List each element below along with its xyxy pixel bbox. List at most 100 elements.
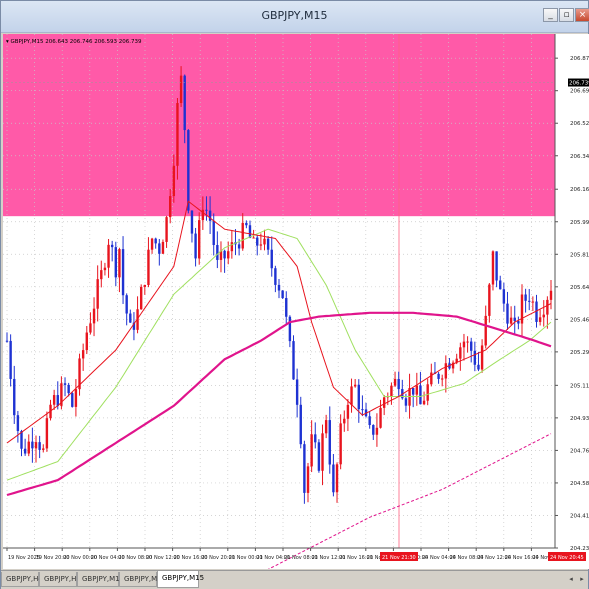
tab-gbpjpy-m15-active[interactable]: GBPJPY,M15 <box>157 571 204 588</box>
candle-body <box>63 383 67 385</box>
price-axis-panel <box>555 34 589 569</box>
price-tick-label: 206.165 <box>570 187 589 193</box>
candle-body <box>125 295 128 314</box>
candle-body <box>466 341 469 343</box>
tab-gbpjpy-m15-1[interactable]: GBPJPY,M15 <box>77 572 124 587</box>
price-chart[interactable]: 206.870 206.695 206.520 206.345 206.165 205.9… <box>3 34 589 569</box>
candle-body <box>81 350 85 359</box>
candle-body <box>528 300 531 302</box>
candle-body <box>477 364 480 370</box>
candle-body <box>154 238 157 244</box>
price-tick-label: 206.870 <box>570 56 589 62</box>
minimize-button[interactable]: _ <box>543 8 558 22</box>
candle-body <box>179 75 183 104</box>
candle-body <box>52 395 56 405</box>
restore-button[interactable]: ▫ <box>559 8 574 22</box>
candle-body <box>368 416 371 426</box>
candle-body <box>415 385 419 395</box>
candle-body <box>42 448 45 450</box>
candle-body <box>281 290 284 299</box>
price-tick-label: 204.585 <box>570 481 589 487</box>
candle-body <box>237 244 241 249</box>
candle-body <box>285 298 288 317</box>
chart-window: GBPJPY,M15 _ ▫ × 206.870206.695206.52020… <box>0 0 589 589</box>
candle-body <box>172 165 176 197</box>
symbol-info-line: ▾ GBPJPY,M15 206.643 206.746 206.593 206… <box>6 39 142 45</box>
crosshair-time-label: 21 Nov 21:30 <box>382 555 416 561</box>
window-title: GBPJPY,M15 <box>261 9 328 22</box>
candle-body <box>491 251 495 285</box>
tab-gbpjpy-m5[interactable]: GBPJPY,M5 <box>119 572 162 587</box>
candle-body <box>248 225 252 238</box>
candle-body <box>56 395 59 406</box>
candle-body <box>506 303 509 324</box>
candle-body <box>9 340 12 379</box>
tab-gbpjpy-h4[interactable]: GBPJPY,H4 <box>1 572 43 587</box>
candle-body <box>256 237 259 246</box>
chart-tabs: GBPJPY,H4 GBPJPY,H1 GBPJPY,M15 GBPJPY,M5… <box>1 570 588 589</box>
tab-scroll-left-icon[interactable]: ◂ <box>566 573 576 585</box>
tab-scroll-right-icon[interactable]: ▸ <box>577 573 587 585</box>
candle-body <box>245 222 248 226</box>
candle-body <box>372 425 375 435</box>
candle-body <box>361 409 364 411</box>
candle-body <box>223 250 226 259</box>
candle-body <box>100 270 103 280</box>
candle-body <box>292 341 295 380</box>
cursor-time-label: 24 Nov 20:45 <box>550 555 584 561</box>
candle-body <box>194 233 197 259</box>
price-tick-label: 204.760 <box>570 448 589 454</box>
candle-body <box>5 340 9 342</box>
close-button[interactable]: × <box>575 8 589 22</box>
candle-body <box>404 398 408 406</box>
candle-body <box>473 350 477 365</box>
candle-body <box>379 407 382 428</box>
candle-body <box>67 384 70 394</box>
candle-body <box>397 378 400 390</box>
candle-body <box>339 423 342 465</box>
chart-area[interactable]: 206.870 206.695 206.520 206.345 206.165 205.9… <box>3 34 589 569</box>
candle-body <box>393 378 397 386</box>
candle-body <box>502 289 506 304</box>
supply-zone <box>3 34 555 217</box>
candle-body <box>165 217 168 242</box>
candle-body <box>45 418 49 449</box>
candle-body <box>538 317 542 322</box>
candle-body <box>288 316 292 342</box>
candle-body <box>20 431 23 449</box>
candle-body <box>114 247 117 278</box>
candle-body <box>34 442 38 449</box>
candle-body <box>16 415 20 432</box>
candle-body <box>509 317 513 324</box>
candle-body <box>183 75 186 131</box>
title-bar[interactable]: GBPJPY,M15 _ ▫ × <box>1 1 589 33</box>
candle-body <box>422 400 426 405</box>
candle-body <box>426 384 429 401</box>
candle-body <box>441 378 444 380</box>
candle-body <box>328 420 331 465</box>
price-tick-label: 206.695 <box>570 89 589 95</box>
current-price-label: 206.739 <box>569 81 589 87</box>
tab-gbpjpy-h1[interactable]: GBPJPY,H1 <box>39 572 81 587</box>
candle-body <box>314 434 317 443</box>
candle-body <box>274 268 277 285</box>
price-tick-label: 205.290 <box>570 350 589 356</box>
price-tick-label: 205.815 <box>570 252 589 258</box>
candle-body <box>321 433 324 471</box>
candle-body <box>488 284 491 316</box>
candle-body <box>208 210 212 221</box>
candle-body <box>103 267 107 271</box>
candle-body <box>266 238 270 250</box>
candle-body <box>390 385 393 397</box>
price-tick-label: 205.640 <box>570 285 589 291</box>
candle-body <box>227 251 230 259</box>
candle-body <box>74 389 78 407</box>
candle-body <box>176 103 179 166</box>
candle-body <box>470 341 473 351</box>
candle-body <box>513 317 516 322</box>
price-tick-label: 205.110 <box>570 383 589 389</box>
candle-body <box>437 373 440 379</box>
candle-body <box>23 448 27 454</box>
candle-body <box>524 294 527 301</box>
candle-body <box>495 251 498 281</box>
